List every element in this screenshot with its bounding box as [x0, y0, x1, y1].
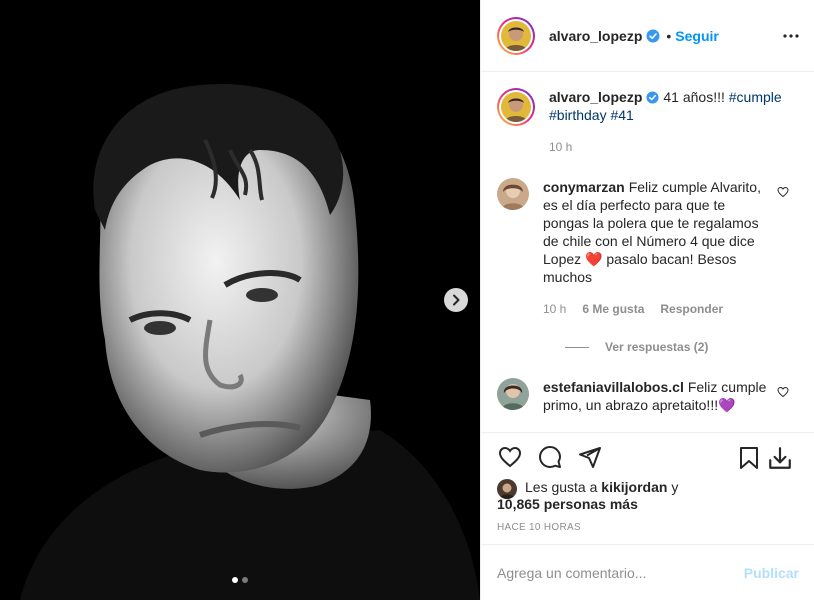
comment-username[interactable]: conymarzan — [543, 179, 625, 195]
verified-badge-icon — [646, 91, 659, 104]
likes-prefix: Les gusta a — [525, 479, 598, 495]
hashtag-birthday[interactable]: #birthday — [549, 107, 607, 123]
comment-body: conymarzan Feliz cumple Alvarito, es el d… — [543, 178, 769, 318]
reply-button[interactable]: Responder — [660, 300, 723, 318]
liker-username[interactable]: kikijordan — [601, 479, 667, 495]
caption-body: alvaro_lopezp 41 años!!! #cumple #birthda… — [549, 88, 789, 156]
comment-input[interactable] — [497, 564, 744, 581]
carousel-next-button[interactable] — [444, 288, 468, 312]
like-comment-heart-icon[interactable] — [777, 186, 789, 198]
download-icon[interactable] — [767, 445, 793, 471]
comment-likes[interactable]: 6 Me gusta — [582, 300, 644, 318]
comment-username[interactable]: estefaniavillalobos.cl — [543, 379, 684, 395]
purple-heart-emoji: 💜 — [718, 397, 736, 413]
carousel-dot-active — [232, 577, 238, 583]
post-timestamp[interactable]: HACE 10 HORAS — [497, 522, 581, 533]
follow-button[interactable]: Seguir — [675, 28, 719, 44]
hashtag-cumple[interactable]: #cumple — [729, 89, 782, 105]
heart-emoji: ❤️ — [585, 251, 603, 267]
carousel-indicator — [232, 577, 248, 583]
action-bar — [481, 432, 814, 476]
post-side-panel: alvaro_lopezp • Seguir alvaro_lopezp 41 … — [480, 0, 814, 600]
caption: alvaro_lopezp 41 años!!! #cumple #birthda… — [497, 88, 799, 156]
like-comment-heart-icon[interactable] — [777, 386, 789, 398]
heart-icon[interactable] — [497, 445, 523, 469]
likes-connector: y — [671, 479, 679, 495]
author-avatar-image — [501, 20, 531, 51]
more-options-icon[interactable] — [783, 28, 799, 44]
hashtag-41[interactable]: #41 — [610, 107, 633, 123]
comment-body: estefaniavillalobos.cl Feliz cumple primo… — [543, 378, 769, 414]
caption-avatar[interactable] — [497, 88, 535, 126]
comment-time[interactable]: 10 h — [543, 300, 566, 318]
comment-item: estefaniavillalobos.cl Feliz cumple primo… — [497, 378, 799, 414]
view-replies-label: Ver respuestas (2) — [605, 340, 709, 354]
portrait-image — [0, 0, 480, 600]
post-photo[interactable] — [0, 0, 480, 600]
carousel-dot — [242, 577, 248, 583]
caption-avatar-image — [501, 92, 531, 122]
caption-username[interactable]: alvaro_lopezp — [549, 89, 642, 105]
comment-item: conymarzan Feliz cumple Alvarito, es el d… — [497, 178, 799, 318]
caption-time[interactable]: 10 h — [549, 138, 572, 156]
share-icon[interactable] — [577, 445, 603, 469]
verified-badge-icon — [646, 29, 660, 42]
save-icon[interactable] — [737, 445, 761, 471]
commenter-avatar[interactable] — [497, 178, 529, 210]
commenter-avatar[interactable] — [497, 378, 529, 410]
caption-text: 41 años!!! — [663, 89, 725, 105]
author-avatar[interactable] — [497, 16, 535, 55]
header-separator: • — [666, 27, 672, 44]
add-comment-bar: Publicar — [481, 544, 814, 600]
view-replies-button[interactable]: Ver respuestas (2) — [565, 340, 799, 354]
comments-list: alvaro_lopezp 41 años!!! #cumple #birthda… — [481, 72, 814, 432]
replies-divider — [565, 346, 589, 348]
likes-count[interactable]: 10,865 personas más — [497, 496, 638, 512]
comment-icon[interactable] — [537, 445, 563, 469]
author-username[interactable]: alvaro_lopezp — [549, 28, 642, 44]
publish-button[interactable]: Publicar — [744, 565, 799, 581]
post-header: alvaro_lopezp • Seguir — [481, 0, 814, 72]
chevron-right-icon — [453, 294, 460, 306]
